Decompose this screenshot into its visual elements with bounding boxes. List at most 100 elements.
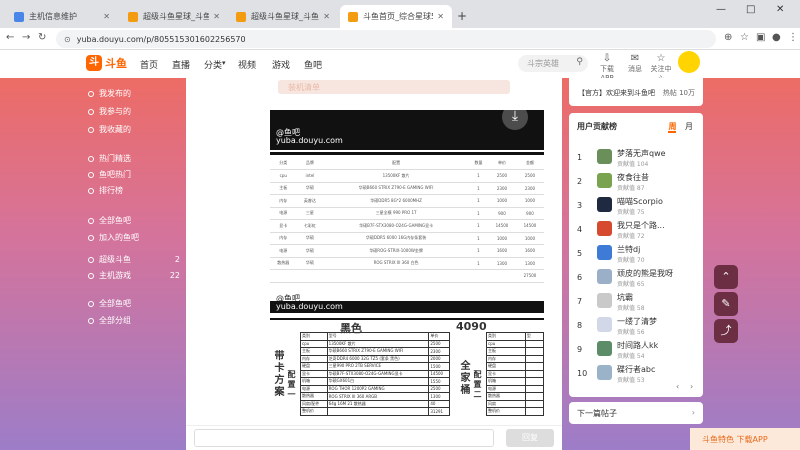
user-name[interactable]: 时间路人kk bbox=[617, 340, 658, 351]
close-icon[interactable]: ✕ bbox=[323, 12, 330, 21]
sidebar-item-label: 全部鱼吧 bbox=[99, 299, 131, 308]
close-icon[interactable]: ✕ bbox=[103, 12, 110, 21]
search-icon[interactable]: ⚲ bbox=[576, 57, 583, 67]
sidebar-item-all-groups[interactable]: 全部分组 bbox=[88, 315, 180, 326]
list-item[interactable]: 6 顽皮的熊是我呀 贡献值 65 bbox=[577, 267, 697, 289]
new-tab-button[interactable]: + bbox=[457, 9, 467, 23]
user-name[interactable]: 一缕了清梦 bbox=[617, 316, 657, 327]
avatar[interactable] bbox=[678, 51, 700, 73]
back-to-top-button[interactable]: ⌃ bbox=[714, 265, 738, 289]
profile-icon[interactable]: ● bbox=[772, 32, 781, 43]
sidebar-item-super-douyu[interactable]: 超级斗鱼 2 bbox=[88, 254, 180, 265]
list-item[interactable]: 2 夜食往昔 贡献值 87 bbox=[577, 171, 697, 193]
avatar[interactable] bbox=[597, 269, 612, 284]
share-button[interactable]: ⤴ bbox=[714, 319, 738, 343]
sidebar-item-leaderboard[interactable]: 排行榜 bbox=[88, 185, 180, 196]
minimize-button[interactable]: — bbox=[716, 4, 726, 15]
sidebar-item-published[interactable]: 我发布的 bbox=[88, 88, 180, 99]
user-name[interactable]: 兰特dj bbox=[617, 244, 640, 255]
avatar[interactable] bbox=[597, 293, 612, 308]
user-name[interactable]: 我只是个路... bbox=[617, 220, 665, 231]
ranking-prev[interactable]: ‹ bbox=[676, 382, 679, 391]
user-name[interactable]: 喵喵Scorpio bbox=[617, 196, 663, 207]
lock-icon: ⊙ bbox=[64, 34, 71, 44]
douyu-logo[interactable]: 斗 斗鱼 bbox=[86, 55, 127, 71]
reply-input[interactable] bbox=[194, 429, 494, 447]
nav-category[interactable]: 分类 bbox=[204, 58, 222, 71]
table-cell: 2000 bbox=[428, 354, 450, 363]
post-image-table[interactable]: 分类 品牌 配置 数量 单价 金额 cpu intel 13500KF 散片 1 2500 2500 主… bbox=[270, 152, 544, 313]
avatar[interactable] bbox=[597, 365, 612, 380]
ranking-next[interactable]: › bbox=[690, 382, 693, 391]
sidebar-item-yuba-hot[interactable]: 鱼吧热门 bbox=[88, 169, 180, 180]
avatar[interactable] bbox=[597, 341, 612, 356]
tab-month[interactable]: 月 bbox=[685, 122, 693, 131]
avatar[interactable] bbox=[597, 245, 612, 260]
table-cell: 主板 bbox=[300, 347, 328, 356]
zoom-icon[interactable]: ⊕ bbox=[724, 32, 732, 43]
table-cell: 内存 bbox=[270, 232, 297, 245]
address-bar[interactable]: ⊙ yuba.douyu.com/p/805515301602256570 bbox=[56, 30, 716, 48]
yuba-info-title[interactable]: 【官方】欢迎来到斗鱼吧 bbox=[578, 88, 655, 98]
table-row: 显卡 华硕B7F-STX3080-O24G-GAMING显卡 14500 bbox=[300, 369, 450, 378]
nav-yuba[interactable]: 鱼吧 bbox=[304, 58, 322, 71]
reload-icon[interactable]: ↻ bbox=[38, 32, 46, 43]
sidebar-item-joined[interactable]: 我参与的 bbox=[88, 106, 180, 117]
list-item[interactable]: 8 一缕了清梦 贡献值 56 bbox=[577, 315, 697, 337]
messages-button[interactable]: ✉ 消息 bbox=[622, 53, 648, 74]
extension-icon[interactable]: ▣ bbox=[756, 32, 765, 43]
nav-live[interactable]: 直播 bbox=[172, 58, 190, 71]
list-item[interactable]: 4 我只是个路... 贡献值 72 bbox=[577, 219, 697, 241]
reply-button[interactable]: 回复 bbox=[506, 429, 554, 447]
browser-tab[interactable]: 超级斗鱼星球_斗鱼星球 ✕ bbox=[120, 5, 228, 28]
user-name[interactable]: 夜食往昔 bbox=[617, 172, 649, 183]
download-tip[interactable]: 斗鱼特色 下载APP bbox=[690, 428, 800, 450]
table-cell: 电源 bbox=[270, 207, 297, 220]
sidebar-item-favorites[interactable]: 我收藏的 bbox=[88, 124, 180, 135]
nav-video[interactable]: 视频 bbox=[238, 58, 256, 71]
chevron-down-icon[interactable]: ▾ bbox=[222, 59, 226, 67]
bookmark-star-icon[interactable]: ☆ bbox=[740, 32, 749, 43]
avatar[interactable] bbox=[597, 317, 612, 332]
sidebar-item-hot-picks[interactable]: 热门精选 bbox=[88, 153, 180, 164]
list-item[interactable]: 3 喵喵Scorpio 贡献值 75 bbox=[577, 195, 697, 217]
sidebar-item-joined-yuba[interactable]: 加入的鱼吧 bbox=[88, 232, 180, 243]
table-cell: 1 bbox=[468, 207, 488, 220]
close-icon[interactable]: ✕ bbox=[437, 12, 444, 21]
back-icon[interactable]: ← bbox=[6, 32, 14, 43]
browser-tab-active[interactable]: 斗鱼首页_综合星球5吧_星球... ✕ bbox=[340, 5, 452, 28]
sidebar-item-console-games[interactable]: 主机游戏 22 bbox=[88, 270, 180, 281]
table-cell: 散热器 bbox=[270, 257, 297, 270]
tab-week[interactable]: 周 bbox=[668, 122, 677, 133]
user-name[interactable]: 碟行者abc bbox=[617, 364, 655, 375]
avatar[interactable] bbox=[597, 197, 612, 212]
browser-tab[interactable]: 主机信息维护 ✕ bbox=[6, 5, 118, 28]
window-close-button[interactable]: ✕ bbox=[776, 4, 784, 15]
list-item[interactable]: 9 时间路人kk 贡献值 54 bbox=[577, 339, 697, 361]
user-name[interactable]: 坑霸 bbox=[617, 292, 633, 303]
avatar[interactable] bbox=[597, 173, 612, 188]
close-icon[interactable]: ✕ bbox=[213, 12, 220, 21]
sidebar-item-all-yuba[interactable]: 全部鱼吧 bbox=[88, 215, 180, 226]
search-input[interactable]: 斗宗英雄 ⚲ bbox=[518, 55, 588, 72]
user-name[interactable]: 顽皮的熊是我呀 bbox=[617, 268, 673, 279]
download-image-icon[interactable]: ⤓ bbox=[502, 104, 528, 130]
table-cell: 1 bbox=[468, 219, 488, 233]
avatar[interactable] bbox=[597, 149, 612, 164]
next-post[interactable]: 下一篇帖子 › bbox=[569, 402, 703, 424]
forward-icon[interactable]: → bbox=[22, 32, 30, 43]
post-image-sheet[interactable]: 黑色 4090 带卡方案 配置一 类别 型号 单价 cpu 13500KF 散片 2500… bbox=[270, 318, 544, 426]
maximize-button[interactable]: □ bbox=[746, 4, 755, 15]
list-item[interactable]: 1 梦落无声qwe 贡献值 104 bbox=[577, 147, 697, 169]
user-name[interactable]: 梦落无声qwe bbox=[617, 148, 666, 159]
nav-home[interactable]: 首页 bbox=[140, 58, 158, 71]
avatar[interactable] bbox=[597, 221, 612, 236]
browser-tab[interactable]: 超级斗鱼星球_斗鱼星球 ✕ bbox=[228, 5, 338, 28]
sidebar-item-all-yuba-2[interactable]: 全部鱼吧 bbox=[88, 298, 180, 309]
edit-button[interactable]: ✎ bbox=[714, 292, 738, 316]
menu-icon[interactable]: ⋮ bbox=[788, 32, 798, 43]
list-item[interactable]: 5 兰特dj 贡献值 70 bbox=[577, 243, 697, 265]
nav-games[interactable]: 游戏 bbox=[272, 58, 290, 71]
list-item[interactable]: 7 坑霸 贡献值 58 bbox=[577, 291, 697, 313]
post-image-top[interactable]: 装机清单 ⤓ @鱼吧 yuba.douyu.com bbox=[270, 78, 544, 150]
